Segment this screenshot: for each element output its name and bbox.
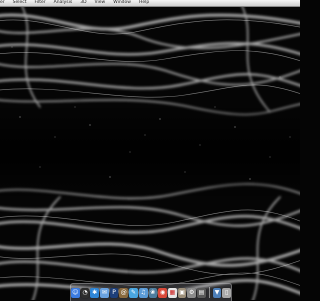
activity-monitor-icon[interactable]: ▤ [197,287,206,298]
system-preferences-icon[interactable]: ⚙ [187,287,197,298]
chrome-icon[interactable]: ◉ [158,287,167,298]
itunes-icon[interactable]: ♫ [138,287,148,298]
menu-item-window[interactable]: Window [113,0,131,6]
menu-bar: er Select Filter Analysis 3D View Window… [0,0,300,7]
menu-item-filter[interactable]: Filter [35,0,46,6]
downloads-icon[interactable]: ▼ [212,287,222,298]
desktop-wallpaper [0,7,300,300]
dock-separator [208,287,210,298]
address-book-icon[interactable]: @ [119,287,129,298]
mail-icon[interactable]: ✉ [100,287,109,298]
iphoto-icon[interactable]: ❀ [148,287,158,298]
menu-item-analysis[interactable]: Analysis [54,0,73,6]
ical-icon[interactable]: ▦ [167,287,177,298]
trash-icon[interactable]: ▯ [222,287,232,298]
menu-item-help[interactable]: Help [139,0,149,6]
menu-item-3d[interactable]: 3D [80,0,86,6]
safari-icon[interactable]: ✱ [90,287,100,298]
menu-item-edit[interactable]: er [0,0,5,6]
photoshop-icon[interactable]: P [109,287,119,298]
dock: ☺ ◔ ✱ ✉ P @ ✎ ♫ ❀ ◉ ▦ ▣ ⚙ ▤ ▼ ▯ [70,283,232,301]
menu-item-view[interactable]: View [95,0,106,6]
ichat-icon[interactable]: ✎ [129,287,138,298]
dashboard-icon[interactable]: ◔ [80,287,90,298]
menu-item-select[interactable]: Select [13,0,27,6]
preview-icon[interactable]: ▣ [177,287,187,298]
finder-icon[interactable]: ☺ [70,287,80,298]
